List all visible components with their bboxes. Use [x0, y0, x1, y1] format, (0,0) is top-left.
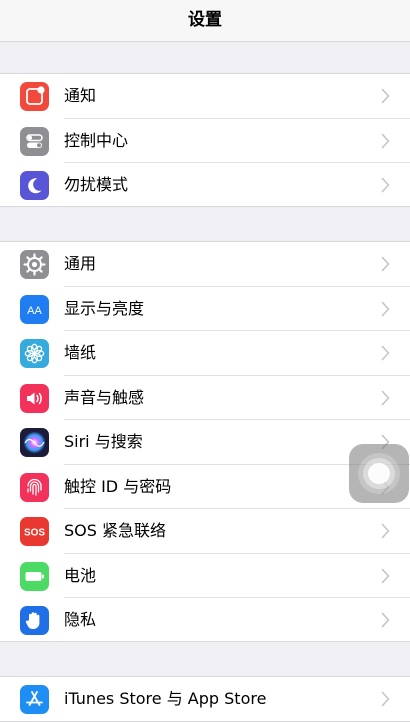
settings-row-display-brightness[interactable]: AA 显示与亮度 [0, 287, 410, 331]
settings-group-1: 通知 控制中心 勿扰模式 [0, 73, 410, 207]
settings-row-label: 控制中心 [64, 130, 129, 150]
settings-row-do-not-disturb[interactable]: 勿扰模式 [0, 163, 410, 208]
settings-row-label: iTunes Store 与 App Store [64, 689, 267, 708]
chevron-right-icon [381, 523, 390, 539]
chevron-right-icon [381, 568, 390, 583]
chevron-right-icon [381, 612, 390, 628]
assistive-touch-icon[interactable] [349, 444, 409, 503]
settings-row-itunes-app-store[interactable]: iTunes Store 与 App Store [0, 677, 410, 722]
sos-icon-text: SOS [24, 528, 45, 539]
settings-row-label: 墙纸 [64, 343, 97, 362]
chevron-right-icon [381, 177, 390, 193]
settings-group-2: 通用 AA 显示与亮度 墙纸 声音与触感 Siri 与搜索 触控 ID 与密码 … [0, 241, 410, 642]
settings-row-label: 通知 [64, 86, 97, 105]
hand-icon [20, 606, 49, 635]
assistive-touch-ring-inner [368, 463, 390, 484]
settings-row-control-center[interactable]: 控制中心 [0, 119, 410, 163]
settings-row-general[interactable]: 通用 [0, 242, 410, 287]
settings-row-label: SOS 紧急联络 [64, 521, 166, 540]
settings-row-sounds-haptics[interactable]: 声音与触感 [0, 376, 410, 420]
wallpaper-flower-icon [20, 339, 49, 368]
gear-icon [20, 250, 49, 279]
settings-row-notifications[interactable]: 通知 [0, 74, 410, 119]
settings-row-label: Siri 与搜索 [64, 432, 143, 451]
chevron-right-icon [381, 345, 390, 361]
chevron-right-icon [381, 390, 390, 405]
page-title: 设置 [188, 10, 222, 30]
notifications-icon [20, 82, 49, 111]
display-text-size-icon: AA [20, 294, 49, 324]
sos-icon: SOS [20, 517, 49, 546]
control-center-icon [20, 126, 49, 156]
fingerprint-icon [20, 472, 49, 502]
settings-row-privacy[interactable]: 隐私 [0, 598, 410, 643]
settings-row-wallpaper[interactable]: 墙纸 [0, 331, 410, 376]
settings-row-label: 声音与触感 [64, 387, 145, 407]
navigation-bar: 设置 [0, 0, 410, 42]
chevron-right-icon [381, 256, 390, 272]
chevron-right-icon [381, 301, 390, 316]
settings-row-label: 电池 [64, 565, 97, 585]
chevron-right-icon [381, 691, 390, 707]
settings-row-label: 通用 [64, 254, 97, 273]
settings-row-label: 隐私 [64, 610, 97, 629]
chevron-right-icon [381, 88, 390, 104]
speaker-icon [20, 383, 49, 413]
siri-icon [20, 428, 49, 457]
display-icon-text: AA [27, 305, 42, 317]
settings-row-label: 显示与亮度 [64, 298, 145, 318]
battery-icon [20, 561, 49, 591]
moon-icon [20, 171, 49, 200]
settings-row-battery[interactable]: 电池 [0, 554, 410, 598]
app-store-icon [20, 685, 49, 714]
chevron-right-icon [381, 133, 390, 148]
settings-row-label: 勿扰模式 [64, 175, 129, 194]
settings-group-3: iTunes Store 与 App Store [0, 676, 410, 722]
settings-row-emergency-sos[interactable]: SOS SOS 紧急联络 [0, 509, 410, 554]
settings-row-label: 触控 ID 与密码 [64, 476, 172, 496]
